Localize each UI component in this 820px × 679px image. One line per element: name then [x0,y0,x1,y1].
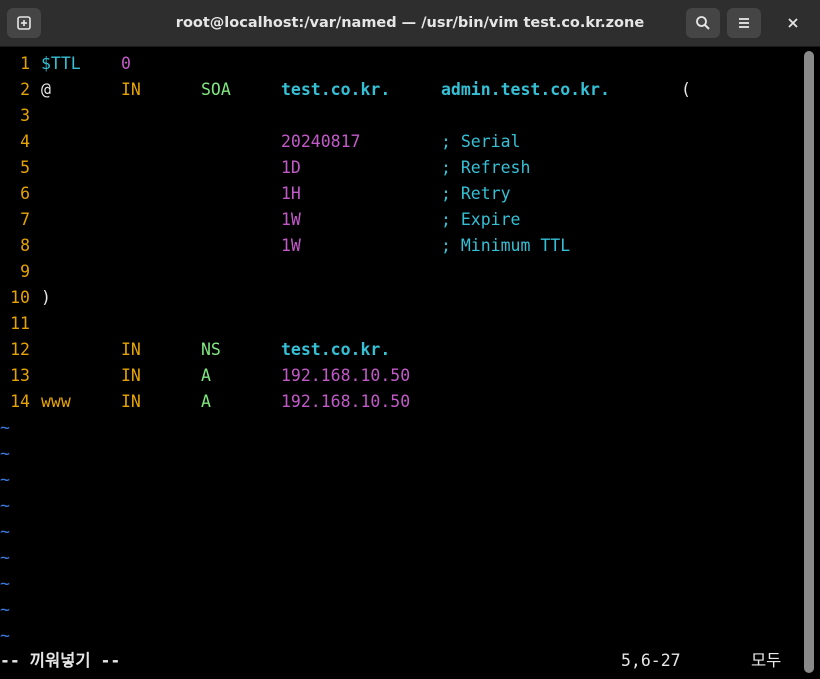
editor-line: 11 [0,311,40,337]
editor-line: 4 20240817 ; Serial [0,129,520,155]
hamburger-menu-icon [739,18,749,28]
record-class: IN [121,392,141,411]
editor-line: 6 1H ; Retry [0,181,510,207]
record-class: IN [121,80,141,99]
line-number: 13 [10,366,30,385]
expire-comment: ; Expire [441,210,521,229]
scroll-scope: 모두 [751,651,782,670]
editor-line: 13 IN A 192.168.10.50 [0,363,410,389]
tilde-marker: ~ [0,418,10,437]
record-type: SOA [201,80,231,99]
tilde-marker: ~ [0,496,10,515]
line-number: 7 [20,210,30,229]
line-number: 1 [20,54,30,73]
expire-value: 1W [281,210,301,229]
editor-line: 12 IN NS test.co.kr. [0,337,390,363]
line-number: 4 [20,132,30,151]
editor-line: 2 @ IN SOA test.co.kr. admin.test.co.kr.… [0,77,691,103]
close-button[interactable] [776,8,810,38]
tilde-marker: ~ [0,600,10,619]
tilde-marker: ~ [0,626,10,645]
editor-line: 3 [0,103,40,129]
close-icon [788,18,798,28]
ip-address: 192.168.10.50 [281,366,411,385]
record-type: A [201,366,211,385]
refresh-comment: ; Refresh [441,158,531,177]
retry-value: 1H [281,184,301,203]
host-name: www [41,392,71,411]
record-class: IN [121,366,141,385]
minimum-ttl-comment: ; Minimum TTL [441,236,571,255]
origin-symbol: @ [41,80,51,99]
editor-line: 1 $TTL 0 [0,51,131,77]
editor-line: 8 1W ; Minimum TTL [0,233,570,259]
close-paren: ) [41,288,51,307]
line-number: 14 [10,392,30,411]
menu-button[interactable] [727,8,761,38]
new-tab-icon [17,16,31,30]
admin-email: admin.test.co.kr. [441,80,610,99]
new-tab-button[interactable] [7,8,41,38]
retry-comment: ; Retry [441,184,511,203]
tilde-marker: ~ [0,470,10,489]
line-number: 3 [20,106,30,125]
tilde-marker: ~ [0,522,10,541]
line-number: 10 [10,288,30,307]
search-button[interactable] [686,8,720,38]
line-number: 5 [20,158,30,177]
search-icon [696,16,710,30]
ttl-directive: $TTL [41,54,81,73]
serial-comment: ; Serial [441,132,521,151]
record-class: IN [121,340,141,359]
terminal-area[interactable]: 1 $TTL 0 2 @ IN SOA test.co.kr. admin.te… [0,47,800,679]
line-number: 6 [20,184,30,203]
editor-line: 10 ) [0,285,51,311]
scrollbar-thumb[interactable] [804,51,814,673]
ttl-value: 0 [121,54,131,73]
refresh-value: 1D [281,158,301,177]
window-titlebar: root@localhost:/var/named — /usr/bin/vim… [0,0,820,47]
line-number: 2 [20,80,30,99]
line-number: 11 [10,314,30,333]
editor-line: 7 1W ; Expire [0,207,520,233]
tilde-marker: ~ [0,548,10,567]
ns-target: test.co.kr. [281,340,391,359]
tilde-marker: ~ [0,574,10,593]
serial-value: 20240817 [281,132,361,151]
record-type: A [201,392,211,411]
tilde-marker: ~ [0,444,10,463]
ip-address: 192.168.10.50 [281,392,411,411]
editor-line: 14 www IN A 192.168.10.50 [0,389,410,415]
line-number: 8 [20,236,30,255]
editor-line: 5 1D ; Refresh [0,155,530,181]
open-paren: ( [681,80,691,99]
line-number: 9 [20,262,30,281]
line-number: 12 [10,340,30,359]
record-type: NS [201,340,221,359]
primary-ns: test.co.kr. [281,80,391,99]
cursor-position: 5,6-27 [621,651,681,670]
vim-mode-indicator: -- 끼워넣기 -- [0,651,121,670]
minimum-ttl-value: 1W [281,236,301,255]
editor-line: 9 [0,259,40,285]
